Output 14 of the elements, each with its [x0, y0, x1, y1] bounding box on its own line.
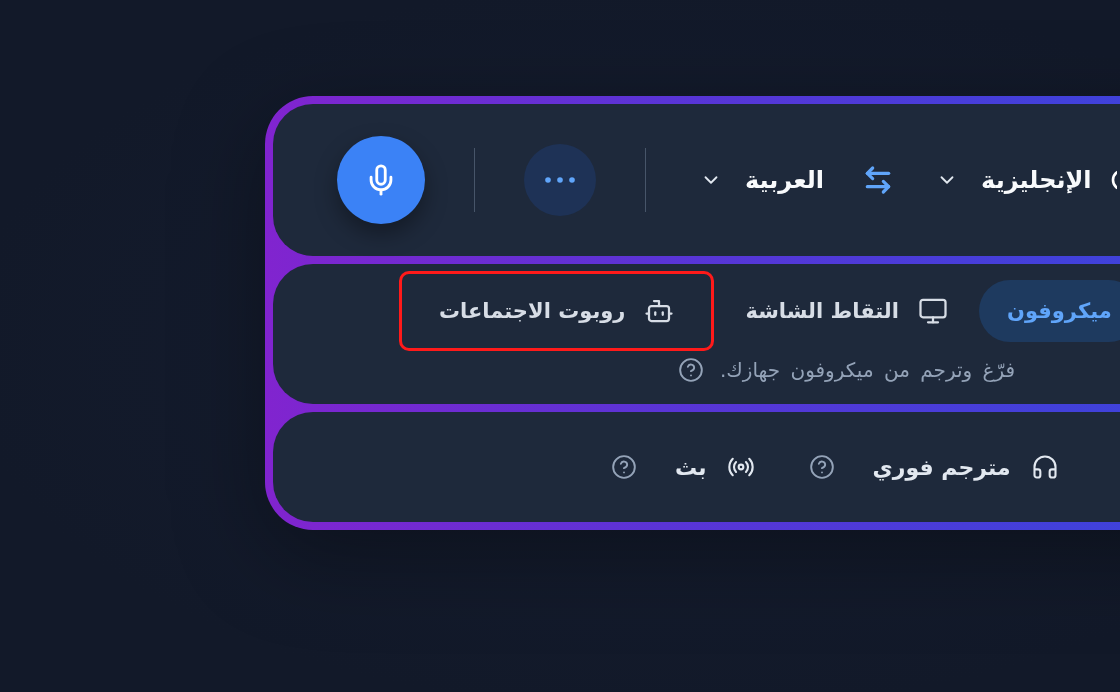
- source-tab[interactable]: التقاط الشاشة: [717, 280, 976, 342]
- headphones-icon: [1030, 453, 1059, 481]
- help-icon[interactable]: [808, 454, 835, 480]
- hint-text: فرّغ وترجم من ميكروفون جهازك.: [720, 358, 1016, 382]
- source-language-select[interactable]: الإنجليزية: [936, 166, 1117, 194]
- source-tab[interactable]: روبوت الاجتماعات: [411, 280, 703, 342]
- ellipsis-icon: [545, 177, 575, 183]
- target-language-select[interactable]: العربية: [700, 166, 825, 194]
- mode-button[interactable]: مترجم فوري: [872, 453, 1059, 481]
- source-tab[interactable]: ميكروفون: [978, 280, 1120, 342]
- mode-button[interactable]: بث: [675, 453, 755, 481]
- monitor-icon: [917, 296, 948, 326]
- help-icon[interactable]: [611, 454, 637, 480]
- help-icon[interactable]: [678, 357, 704, 383]
